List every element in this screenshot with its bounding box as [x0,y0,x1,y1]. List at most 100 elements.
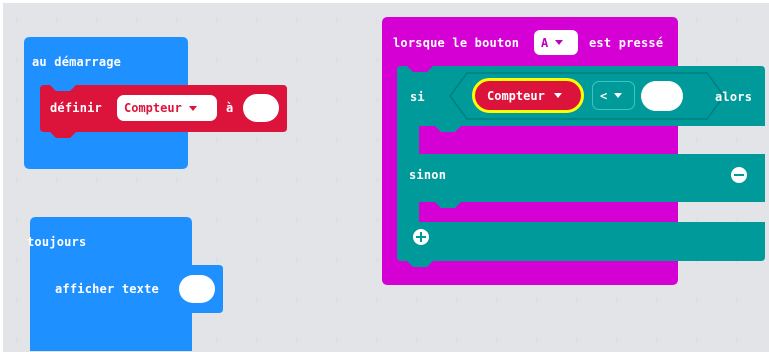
plus-circle-icon[interactable] [413,229,429,245]
grid-cross [613,337,620,344]
show-string-block[interactable]: afficher texte [46,265,223,319]
grid-cross [693,17,700,24]
grid-cross [293,97,300,104]
grid-cross [173,177,180,184]
grid-cross [333,57,340,64]
on-start-title: au démarrage [32,55,122,69]
grid-cross [93,17,100,24]
grid-cross [13,217,20,224]
grid-cross [253,177,260,184]
grid-cross [53,17,60,24]
condition-value-input[interactable] [641,81,683,111]
then-label: alors [715,90,753,104]
grid-cross [213,217,220,224]
chevron-down-icon [555,40,564,45]
grid-cross [693,297,700,304]
grid-cross [253,337,260,344]
else-label: sinon [409,168,447,182]
grid-cross [133,17,140,24]
grid-cross [333,297,340,304]
grid-cross [333,257,340,264]
grid-cross [733,297,740,304]
grid-cross [333,137,340,144]
grid-cross [293,257,300,264]
grid-cross [653,337,660,344]
grid-cross [133,177,140,184]
condition-variable-label: Compteur [487,88,545,103]
grid-cross [293,337,300,344]
grid-cross [213,257,220,264]
grid-cross [373,337,380,344]
grid-cross [733,17,740,24]
grid-cross [93,177,100,184]
grid-cross [253,217,260,224]
grid-cross [13,137,20,144]
grid-cross [13,177,20,184]
operator-dropdown[interactable]: < [592,81,635,110]
show-string-input[interactable] [179,275,215,303]
button-pressed-prefix: lorsque le bouton [393,36,520,50]
grid-cross [53,177,60,184]
grid-cross [373,297,380,304]
grid-cross [373,97,380,104]
show-string-label: afficher texte [55,282,159,296]
grid-cross [213,337,220,344]
grid-cross [333,337,340,344]
if-else-block[interactable]: si Compteur < alors sinon [397,66,765,267]
grid-cross [733,337,740,344]
grid-cross [573,337,580,344]
grid-cross [413,337,420,344]
plus-bar-vertical [420,232,422,242]
minus-circle-icon[interactable] [731,167,747,183]
chevron-down-icon [553,93,562,98]
grid-cross [373,17,380,24]
grid-cross [733,57,740,64]
grid-cross [293,297,300,304]
grid-cross [13,257,20,264]
set-keyword: définir [50,101,102,115]
grid-cross [413,297,420,304]
operator-label: < [600,88,608,103]
set-variable-block[interactable]: définir Compteur à [40,85,287,138]
blocks-workspace[interactable]: au démarrage définir Compteur à toujours… [3,3,769,352]
grid-cross [533,297,540,304]
grid-cross [213,17,220,24]
condition-variable-compteur[interactable]: Compteur [472,78,584,113]
if-label: si [410,90,425,104]
grid-cross [13,17,20,24]
grid-cross [373,57,380,64]
grid-cross [293,177,300,184]
grid-cross [333,17,340,24]
button-select-label: A [541,35,549,50]
grid-cross [293,137,300,144]
grid-cross [693,337,700,344]
grid-cross [333,217,340,224]
button-pressed-suffix: est pressé [589,36,664,50]
grid-cross [13,297,20,304]
grid-cross [333,177,340,184]
grid-cross [293,217,300,224]
grid-cross [253,17,260,24]
grid-cross [493,337,500,344]
grid-cross [693,57,700,64]
button-select-dropdown[interactable]: A [534,30,578,55]
grid-cross [373,217,380,224]
grid-cross [373,177,380,184]
grid-cross [173,17,180,24]
grid-cross [453,337,460,344]
grid-cross [13,57,20,64]
grid-cross [293,17,300,24]
grid-cross [613,297,620,304]
grid-cross [653,297,660,304]
grid-cross [573,297,580,304]
grid-cross [493,297,500,304]
grid-cross [333,97,340,104]
grid-cross [13,337,20,344]
minus-bar [734,174,744,176]
variable-dropdown-compteur[interactable]: Compteur [117,95,217,121]
grid-cross [213,57,220,64]
grid-cross [453,297,460,304]
set-value-input[interactable] [243,94,279,122]
grid-cross [373,137,380,144]
grid-cross [13,97,20,104]
